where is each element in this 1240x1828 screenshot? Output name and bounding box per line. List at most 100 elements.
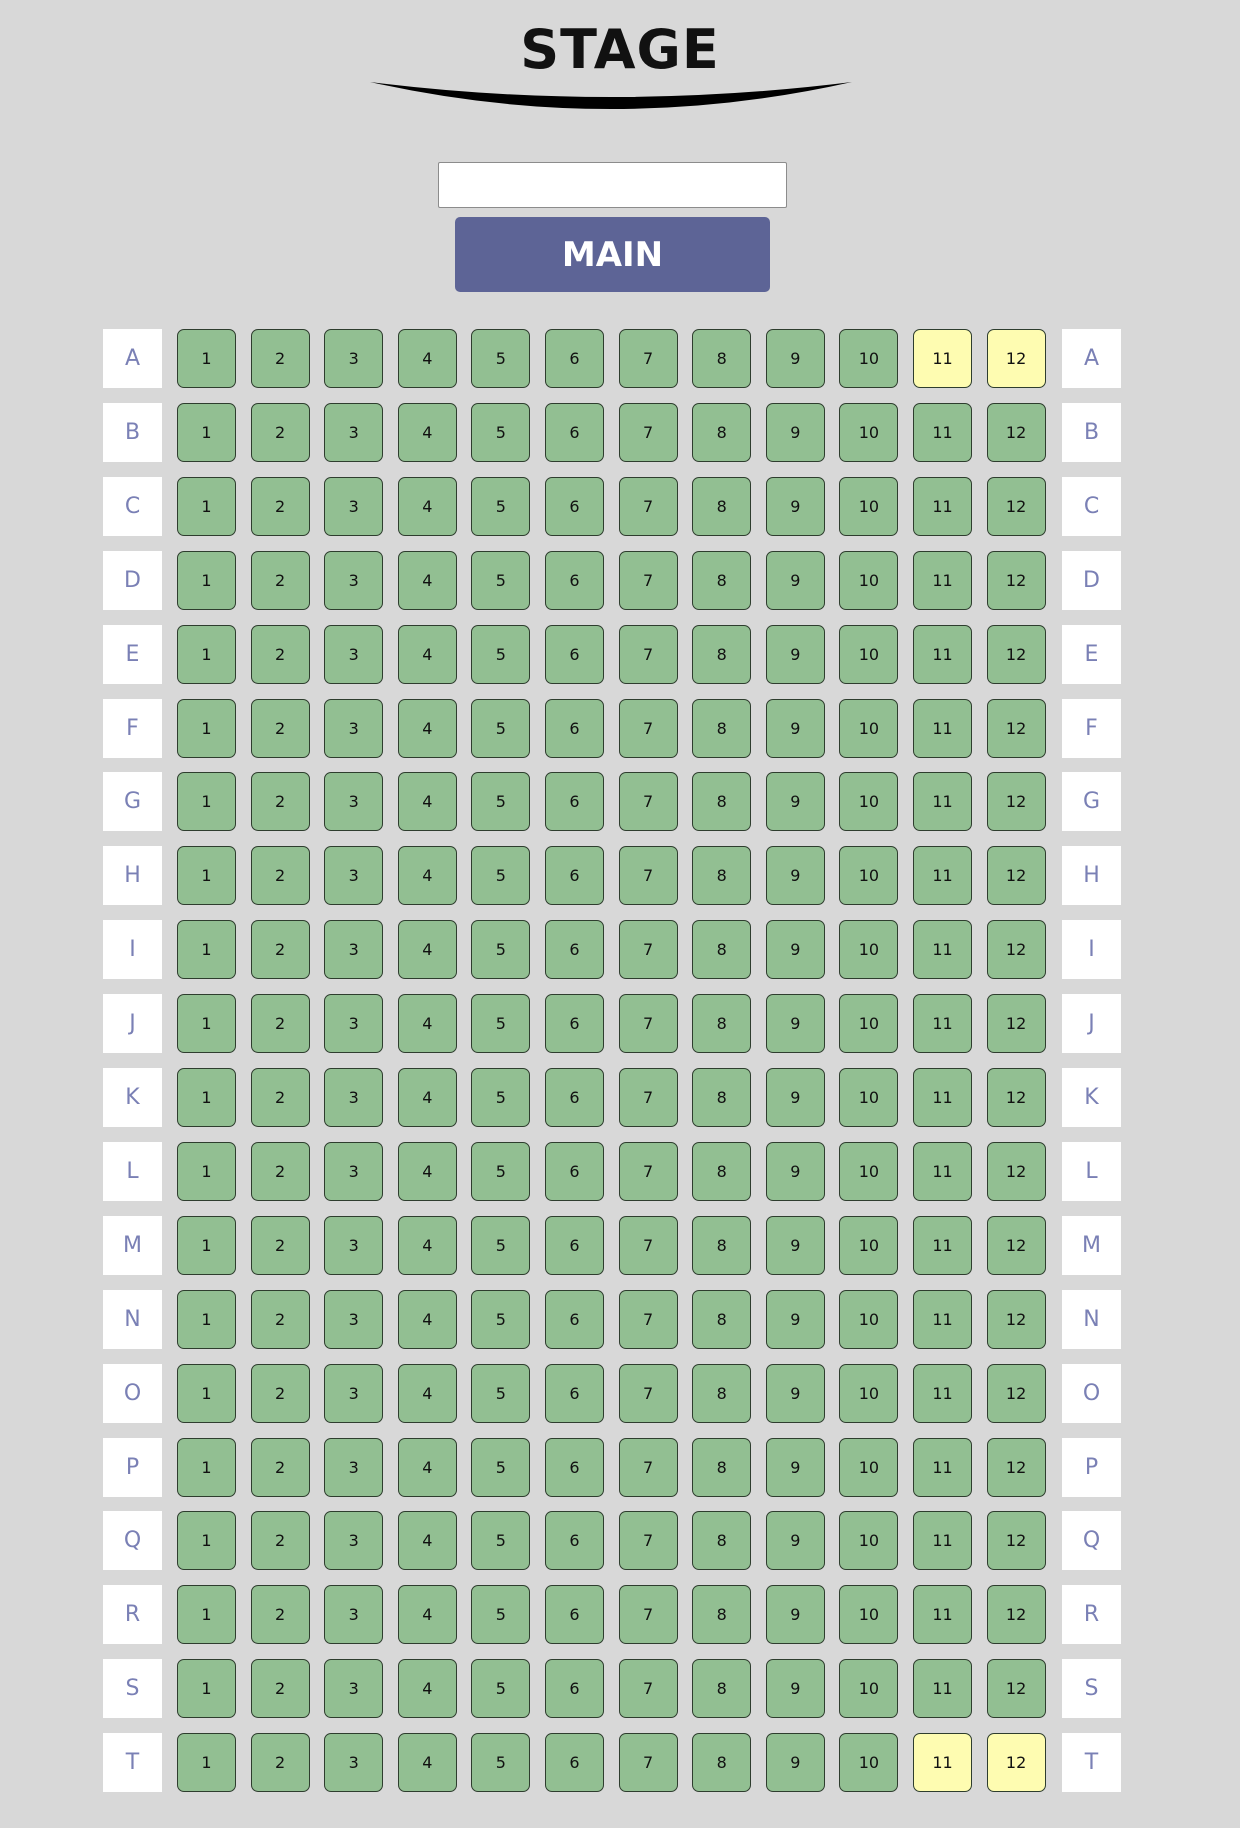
seat[interactable]: 5 <box>471 920 531 980</box>
seat[interactable]: 10 <box>839 1585 899 1645</box>
seat[interactable]: 10 <box>839 920 899 980</box>
seat[interactable]: 5 <box>471 550 531 610</box>
seat[interactable]: 1 <box>177 1437 236 1497</box>
seat[interactable]: 1 <box>177 1659 236 1719</box>
seat[interactable]: 11 <box>913 846 972 906</box>
seat[interactable]: 7 <box>618 1141 678 1201</box>
seat[interactable]: 3 <box>324 920 384 980</box>
seat[interactable]: 12 <box>986 1511 1046 1571</box>
seat[interactable]: 5 <box>471 1363 531 1423</box>
seat[interactable]: 1 <box>177 1068 236 1127</box>
seat[interactable]: 5 <box>471 1289 531 1349</box>
seat[interactable]: 6 <box>545 772 604 832</box>
seat[interactable]: 8 <box>692 1215 752 1275</box>
seat[interactable]: 1 <box>177 476 236 536</box>
seat[interactable]: 12 <box>986 698 1046 758</box>
seat[interactable]: 8 <box>692 994 752 1054</box>
seat[interactable]: 1 <box>177 1511 236 1571</box>
seat[interactable]: 9 <box>765 624 825 684</box>
seat[interactable]: 12 <box>986 1363 1046 1423</box>
seat[interactable]: 9 <box>765 1289 825 1349</box>
seat[interactable]: 7 <box>618 920 678 980</box>
seat[interactable]: 3 <box>324 1733 384 1793</box>
seat[interactable]: 6 <box>545 1511 604 1571</box>
seat[interactable]: 8 <box>692 550 752 610</box>
seat[interactable]: 4 <box>397 920 457 980</box>
seat[interactable]: 2 <box>250 1659 310 1719</box>
seat[interactable]: 2 <box>250 1511 310 1571</box>
seat[interactable]: 9 <box>765 402 825 462</box>
seat[interactable]: 7 <box>618 772 678 832</box>
seat[interactable]: 11 <box>913 476 972 536</box>
seat[interactable]: 8 <box>692 476 752 536</box>
seat[interactable]: 8 <box>692 772 752 832</box>
seat[interactable]: 12 <box>986 1215 1046 1275</box>
seat[interactable]: 3 <box>324 1659 384 1719</box>
seat[interactable]: 3 <box>324 1511 384 1571</box>
seat[interactable]: 11 <box>913 1585 972 1645</box>
seat[interactable]: 5 <box>471 1141 531 1201</box>
seat[interactable]: 1 <box>177 994 236 1054</box>
seat[interactable]: 11 <box>913 1141 972 1201</box>
seat[interactable]: 5 <box>471 329 531 388</box>
seat[interactable]: 1 <box>177 1733 236 1793</box>
seat[interactable]: 10 <box>839 476 899 536</box>
seat[interactable]: 4 <box>397 772 457 832</box>
seat[interactable]: 5 <box>471 1215 531 1275</box>
seat[interactable]: 2 <box>250 329 310 388</box>
seat[interactable]: 12 <box>986 1289 1046 1349</box>
seat[interactable]: 6 <box>545 476 604 536</box>
seat[interactable]: 3 <box>324 550 384 610</box>
seat[interactable]: 5 <box>471 1733 531 1793</box>
seat[interactable]: 2 <box>250 1215 310 1275</box>
seat[interactable]: 7 <box>618 698 678 758</box>
seat[interactable]: 9 <box>765 994 825 1054</box>
seat[interactable]: 5 <box>471 846 531 906</box>
seat[interactable]: 7 <box>618 329 678 388</box>
seat[interactable]: 11 <box>913 1289 972 1349</box>
seat[interactable]: 11 <box>913 329 972 388</box>
seat[interactable]: 7 <box>618 1437 678 1497</box>
seat[interactable]: 6 <box>545 1289 604 1349</box>
seat[interactable]: 6 <box>545 1659 604 1719</box>
seat[interactable]: 3 <box>324 624 384 684</box>
seat[interactable]: 1 <box>177 1363 236 1423</box>
seat[interactable]: 5 <box>471 1511 531 1571</box>
seat[interactable]: 11 <box>913 920 972 980</box>
seat[interactable]: 10 <box>839 1068 899 1127</box>
seat[interactable]: 8 <box>692 1659 752 1719</box>
seat[interactable]: 8 <box>692 846 752 906</box>
seat[interactable]: 4 <box>397 1659 457 1719</box>
seat[interactable]: 8 <box>692 1141 752 1201</box>
seat[interactable]: 12 <box>986 1659 1046 1719</box>
seat[interactable]: 1 <box>177 1141 236 1201</box>
seat[interactable]: 4 <box>397 476 457 536</box>
seat[interactable]: 12 <box>986 476 1046 536</box>
seat[interactable]: 10 <box>839 698 899 758</box>
seat[interactable]: 12 <box>986 1585 1046 1645</box>
seat[interactable]: 8 <box>692 402 752 462</box>
seat[interactable]: 7 <box>618 846 678 906</box>
seat[interactable]: 10 <box>839 846 899 906</box>
seat[interactable]: 8 <box>692 1068 752 1127</box>
seat[interactable]: 3 <box>324 1363 384 1423</box>
seat[interactable]: 7 <box>618 476 678 536</box>
seat[interactable]: 11 <box>913 1511 972 1571</box>
seat[interactable]: 12 <box>986 329 1046 388</box>
seat[interactable]: 6 <box>545 402 604 462</box>
seat[interactable]: 8 <box>692 1437 752 1497</box>
seat[interactable]: 10 <box>839 772 899 832</box>
seat[interactable]: 4 <box>397 624 457 684</box>
name-input[interactable] <box>438 162 787 208</box>
seat[interactable]: 4 <box>397 698 457 758</box>
seat[interactable]: 9 <box>765 1215 825 1275</box>
seat[interactable]: 10 <box>839 1215 899 1275</box>
seat[interactable]: 3 <box>324 1585 384 1645</box>
seat[interactable]: 11 <box>913 1733 972 1793</box>
seat[interactable]: 7 <box>618 624 678 684</box>
seat[interactable]: 7 <box>618 1511 678 1571</box>
seat[interactable]: 5 <box>471 402 531 462</box>
seat[interactable]: 6 <box>545 994 604 1054</box>
seat[interactable]: 12 <box>986 1437 1046 1497</box>
seat[interactable]: 3 <box>324 1215 384 1275</box>
